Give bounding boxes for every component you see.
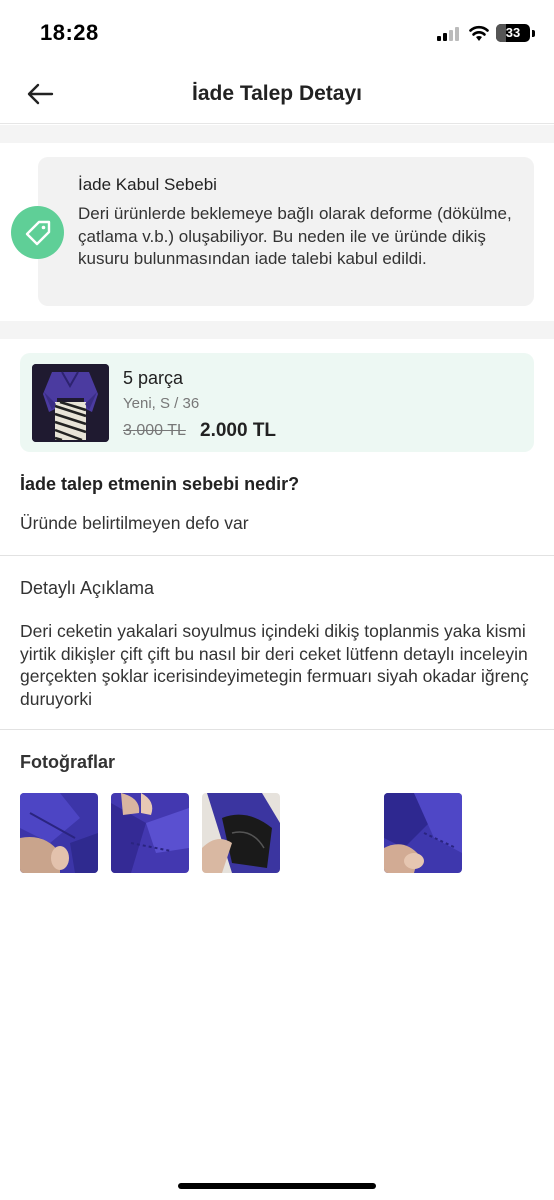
return-reason-question: İade talep etmenin sebebi nedir? (20, 474, 300, 494)
product-quantity: 5 parça (123, 368, 184, 388)
photo-thumbnail-3[interactable] (202, 793, 280, 873)
home-indicator (178, 1183, 376, 1189)
status-bar: 18:28 33 (0, 0, 554, 66)
sale-price: 2.000 TL (200, 420, 277, 441)
wifi-icon (469, 25, 489, 41)
battery-icon: 33 (496, 24, 530, 42)
section-separator (0, 321, 554, 339)
divider (0, 555, 554, 556)
original-price: 3.000 TL (123, 422, 186, 439)
product-card[interactable]: 5 parça Yeni, S / 36 3.000 TL 2.000 TL (20, 353, 534, 452)
return-reason-answer: Üründe belirtilmeyen defo var (20, 513, 249, 533)
details-text: Deri ceketin yakalari soyulmus içindeki … (20, 621, 529, 709)
battery-level: 33 (505, 25, 521, 40)
photo-thumbnail-1[interactable] (20, 793, 98, 873)
navigation-bar: İade Talep Detayı (0, 66, 554, 124)
tag-icon (11, 206, 64, 259)
acceptance-reason-card: İade Kabul Sebebi Deri ürünlerde bekleme… (38, 157, 534, 306)
photo-thumbnail-4[interactable] (384, 793, 462, 873)
product-condition-size: Yeni, S / 36 (123, 395, 200, 412)
status-time: 18:28 (40, 20, 99, 45)
page-title: İade Talep Detayı (191, 82, 362, 105)
battery-cap (532, 30, 535, 37)
acceptance-reason-text: Deri ürünlerde beklemeye bağlı olarak de… (78, 204, 512, 268)
acceptance-reason-title: İade Kabul Sebebi (78, 175, 217, 194)
photos-title: Fotoğraflar (20, 752, 116, 772)
details-title: Detaylı Açıklama (20, 578, 155, 598)
section-separator (0, 125, 554, 143)
photo-thumbnail-2[interactable] (111, 793, 189, 873)
product-image (32, 364, 109, 442)
divider (0, 729, 554, 730)
cellular-signal-icon (437, 27, 463, 41)
